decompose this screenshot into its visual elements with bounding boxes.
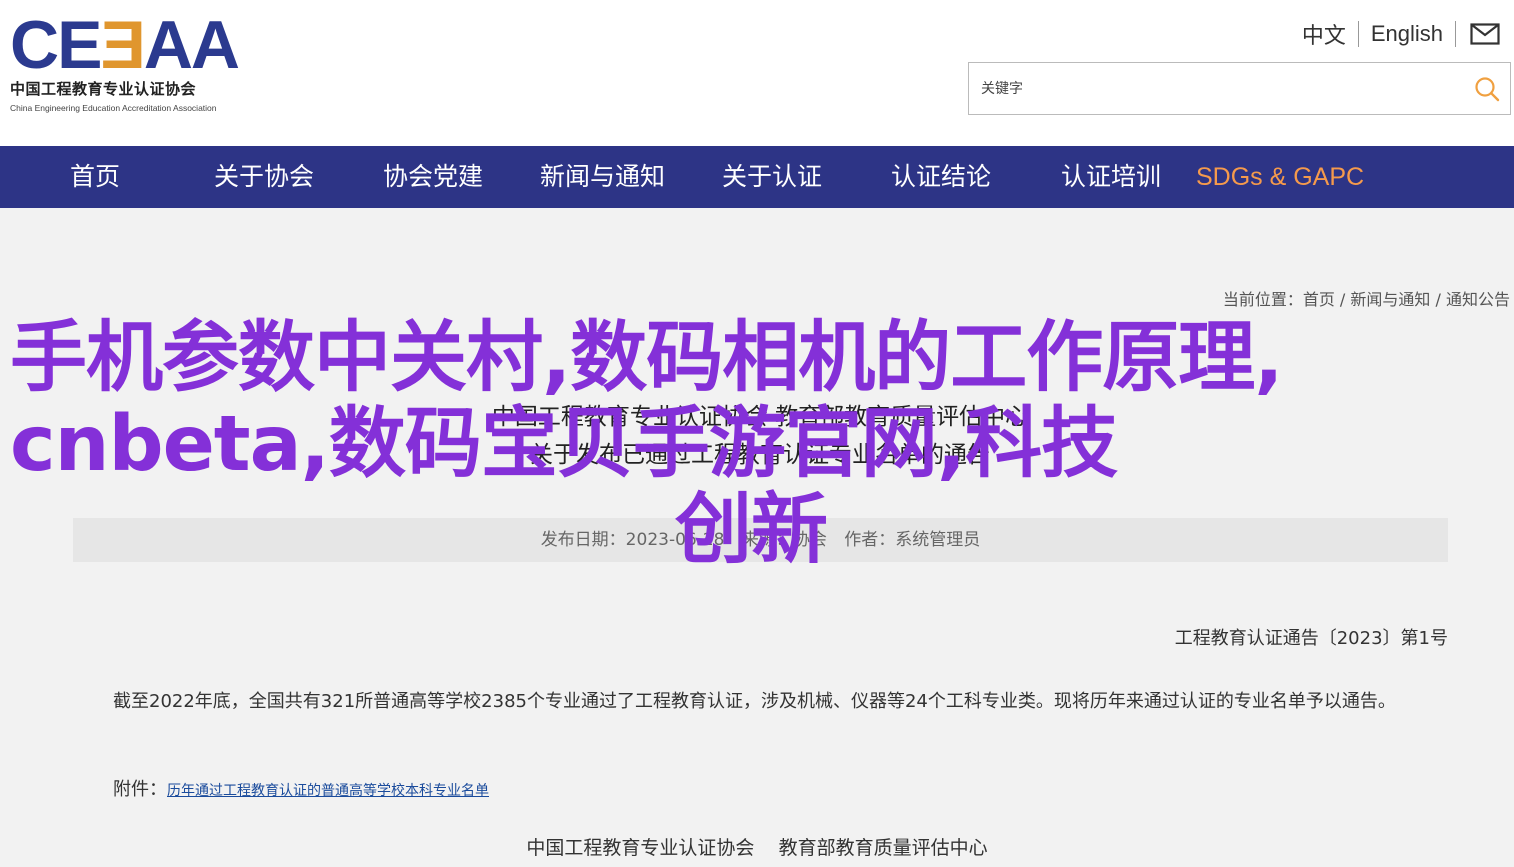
nav-item-news-notices[interactable]: 新闻与通知	[540, 146, 665, 208]
language-bar: 中文 English	[1290, 18, 1500, 50]
search-box	[968, 62, 1511, 115]
article-author: 作者：系统管理员	[844, 530, 981, 550]
breadcrumb-section-link[interactable]: 新闻与通知	[1350, 290, 1430, 309]
publish-date: 发布日期：2023-06-28	[540, 530, 725, 550]
issuing-organizations: 中国工程教育专业认证协会 教育部教育质量评估中心	[526, 837, 988, 859]
main-nav: 首页 关于协会 协会党建 新闻与通知 关于认证 认证结论 认证培训 SDGs &…	[0, 146, 1514, 208]
nav-item-about-association[interactable]: 关于协会	[214, 146, 314, 208]
article-title-line1: 中国工程教育专业认证协会 教育部教育质量评估中心	[491, 404, 1029, 430]
nav-item-about-accreditation[interactable]: 关于认证	[722, 146, 822, 208]
notice-number: 工程教育认证通告〔2023〕第1号	[1174, 628, 1448, 649]
logo-name-en: China Engineering Education Accreditatio…	[10, 103, 217, 113]
search-icon[interactable]	[1474, 76, 1500, 102]
article-paragraph: 截至2022年底，全国共有321所普通高等学校2385个专业通过了工程教育认证，…	[113, 691, 1396, 712]
article-title-line2: 关于发布已通过工程教育认证专业名单的通告	[530, 442, 990, 468]
nav-item-party-building[interactable]: 协会党建	[383, 146, 483, 208]
mail-icon[interactable]	[1470, 23, 1500, 45]
breadcrumb-separator: /	[1334, 290, 1351, 309]
breadcrumb-separator: /	[1430, 290, 1446, 309]
logo-mark-e3: Ǝ	[100, 7, 145, 83]
nav-item-training[interactable]: 认证培训	[1061, 146, 1161, 208]
nav-item-sdgs-gapc[interactable]: SDGs & GAPC	[1196, 146, 1364, 208]
lang-chinese-link[interactable]: 中文	[1290, 18, 1358, 50]
overlay-title-line1: 手机参数中关村,数码相机的工作原理,	[10, 314, 1284, 403]
lang-divider	[1455, 21, 1456, 47]
lang-english-link[interactable]: English	[1359, 21, 1455, 47]
site-logo[interactable]: CEƎAA 中国工程教育专业认证协会 China Engineering Edu…	[10, 11, 270, 114]
logo-mark-aa: AA	[143, 7, 240, 83]
logo-mark: CEƎAA	[10, 11, 270, 79]
article-title: 中国工程教育专业认证协会 教育部教育质量评估中心 关于发布已通过工程教育认证专业…	[300, 398, 1220, 474]
attachment-row: 附件：历年通过工程教育认证的普通高等学校本科专业名单	[113, 775, 489, 801]
breadcrumb-home-link[interactable]: 首页	[1303, 290, 1335, 309]
search-input[interactable]	[969, 63, 1459, 114]
attachment-label: 附件：	[113, 779, 167, 800]
article-meta-bar: 发布日期：2023-06-28 来源：协会 作者：系统管理员	[73, 518, 1448, 562]
nav-item-accreditation-results[interactable]: 认证结论	[891, 146, 991, 208]
breadcrumb-prefix: 当前位置：	[1222, 290, 1303, 309]
breadcrumb: 当前位置：首页 / 新闻与通知 / 通知公告	[1223, 286, 1510, 310]
nav-item-home[interactable]: 首页	[70, 146, 120, 208]
site-header: CEƎAA 中国工程教育专业认证协会 China Engineering Edu…	[0, 0, 1514, 146]
logo-mark-ce: CE	[10, 7, 102, 83]
attachment-link[interactable]: 历年通过工程教育认证的普通高等学校本科专业名单	[167, 783, 489, 799]
breadcrumb-page-link[interactable]: 通知公告	[1446, 290, 1510, 309]
article-source: 来源：协会	[741, 530, 827, 550]
